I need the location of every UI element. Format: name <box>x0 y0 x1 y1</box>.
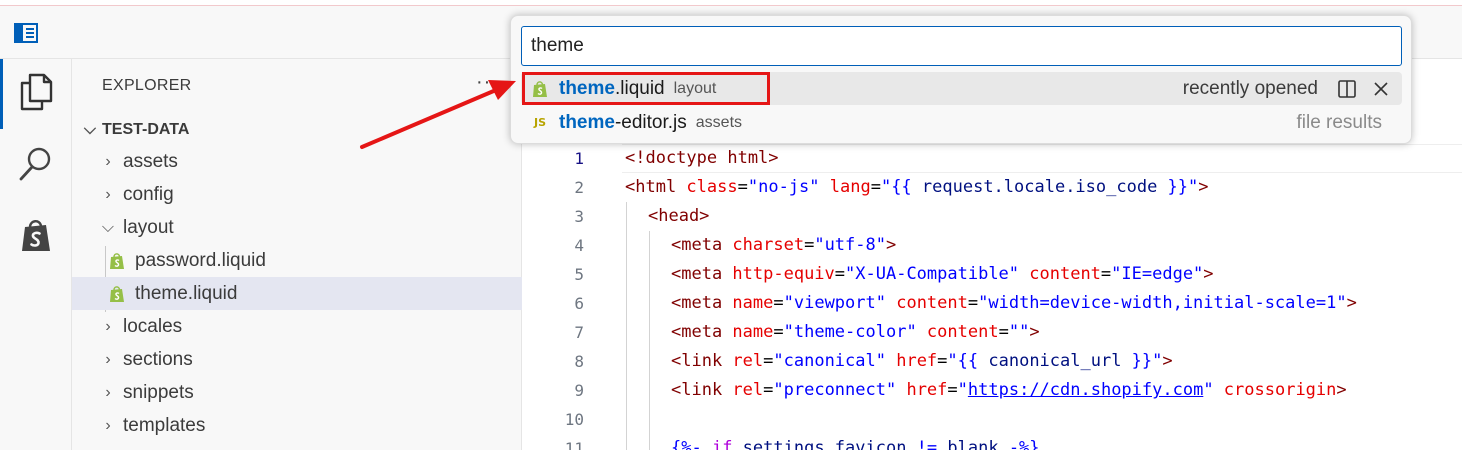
open-to-side-button[interactable] <box>1330 72 1364 105</box>
tree-item-label: snippets <box>123 381 194 403</box>
chevron-right-icon: › <box>105 185 111 203</box>
shopify-file-icon <box>110 252 124 269</box>
line-number: 3 <box>574 206 584 226</box>
tree-item-config[interactable]: › config <box>72 178 522 211</box>
result-filename: theme-editor.js <box>559 111 687 133</box>
result-folder: assets <box>695 113 743 131</box>
line-number: 4 <box>574 235 584 255</box>
more-actions-button[interactable]: ··· <box>476 71 499 94</box>
search-activity-button[interactable] <box>0 131 72 201</box>
line-number: 8 <box>574 351 584 371</box>
activity-bar <box>0 59 72 450</box>
code-line: 1 <!doctype html> <box>522 144 1462 173</box>
code-line: 3 <head> <box>522 202 1462 231</box>
line-number: 2 <box>574 177 584 197</box>
tree-item-layout[interactable]: ⌵ layout <box>72 211 522 244</box>
code-line: 9 <link rel="preconnect" href="https://c… <box>522 376 1462 405</box>
tree-item-label: assets <box>123 150 178 172</box>
code-line: 8 <link rel="canonical" href="{{ canonic… <box>522 347 1462 376</box>
annotation-highlight-box <box>522 72 770 105</box>
search-icon <box>18 145 54 188</box>
code-line: 5 <meta http-equiv="X-UA-Compatible" con… <box>522 260 1462 289</box>
tree-item-password-liquid[interactable]: password.liquid <box>72 244 522 277</box>
workspace-root[interactable]: ⌵ TEST-DATA <box>80 116 189 144</box>
tree-item-label: config <box>123 183 174 205</box>
line-number: 6 <box>574 293 584 313</box>
chevron-right-icon: › <box>105 317 111 335</box>
line-number: 1 <box>574 148 584 168</box>
tree-item-label: templates <box>123 414 206 436</box>
recently-opened-label: recently opened <box>1182 77 1318 99</box>
line-number: 11 <box>564 438 584 450</box>
tree-item-label: layout <box>123 216 174 238</box>
workspace-root-label: TEST-DATA <box>102 121 190 138</box>
line-number: 10 <box>564 409 584 429</box>
chevron-down-icon: ⌵ <box>83 121 97 138</box>
close-icon <box>1374 81 1388 96</box>
explorer-sidebar: EXPLORER ··· ⌵ TEST-DATA › assets › conf… <box>72 59 522 450</box>
chevron-right-icon: › <box>105 152 111 170</box>
tree-item-snippets[interactable]: › snippets <box>72 376 522 409</box>
explorer-activity-button[interactable] <box>0 59 72 129</box>
code-line: 7 <meta name="theme-color" content=""> <box>522 318 1462 347</box>
shopify-file-icon <box>110 285 124 302</box>
file-results-label: file results <box>1296 111 1382 133</box>
line-number: 5 <box>574 264 584 284</box>
chevron-right-icon: › <box>105 383 111 401</box>
code-line: 4 <meta charset="utf-8"> <box>522 231 1462 260</box>
chevron-right-icon: › <box>105 350 111 368</box>
split-editor-icon <box>1338 79 1356 98</box>
code-line: 10 <box>522 405 1462 434</box>
toggle-sidebar-icon[interactable] <box>14 23 38 43</box>
chevron-right-icon: › <box>105 416 111 434</box>
code-line: 11 {%- if settings.favicon != blank -%} <box>522 434 1462 450</box>
quick-open-input[interactable] <box>521 26 1402 66</box>
tree-item-templates[interactable]: › templates <box>72 409 522 442</box>
code-line: 6 <meta name="viewport" content="width=d… <box>522 289 1462 318</box>
files-icon <box>18 73 54 116</box>
explorer-title: EXPLORER <box>102 77 192 94</box>
remove-from-recent-button[interactable] <box>1364 72 1398 105</box>
tree-item-label: password.liquid <box>135 249 266 271</box>
shopify-bag-icon <box>19 218 53 259</box>
line-number: 9 <box>574 380 584 400</box>
js-file-icon: JS <box>533 116 546 129</box>
tree-item-label: theme.liquid <box>135 282 238 304</box>
url-link[interactable]: https://cdn.shopify.com <box>968 380 1203 400</box>
line-number: 7 <box>574 322 584 342</box>
tree-item-locales[interactable]: › locales <box>72 310 522 343</box>
quick-open-result-theme-editor-js[interactable]: JS theme-editor.js assets file results <box>521 106 1402 139</box>
tree-item-label: sections <box>123 348 193 370</box>
chevron-down-icon: ⌵ <box>101 218 115 236</box>
tree-item-label: locales <box>123 315 183 337</box>
tree-item-theme-liquid[interactable]: theme.liquid <box>72 277 522 310</box>
shopify-activity-button[interactable] <box>0 203 72 273</box>
tree-item-assets[interactable]: › assets <box>72 145 522 178</box>
code-line: 2 <html class="no-js" lang="{{ request.l… <box>522 173 1462 202</box>
tree-item-sections[interactable]: › sections <box>72 343 522 376</box>
